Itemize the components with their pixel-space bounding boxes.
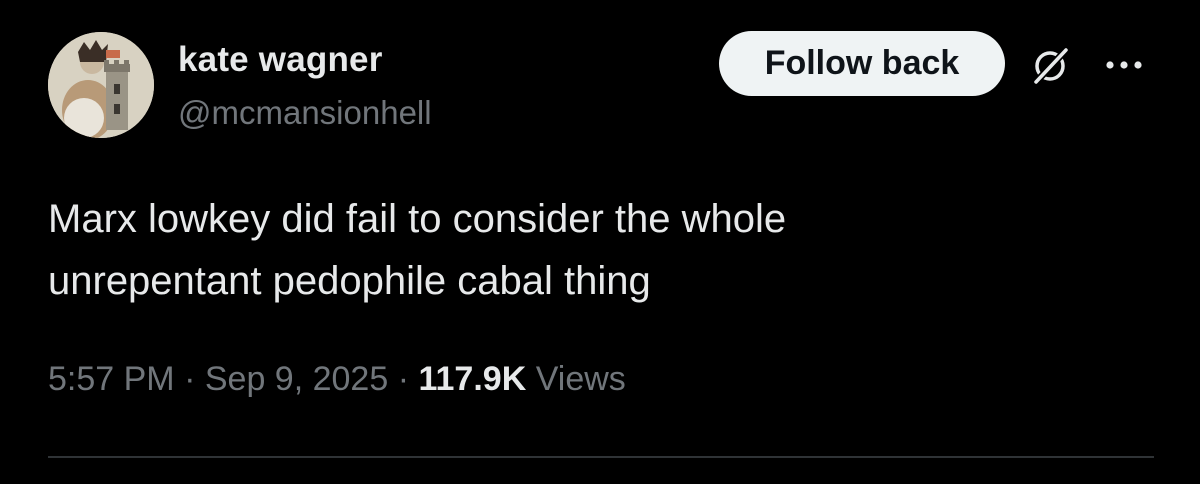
tweet-meta: 5:57 PM · Sep 9, 2025 · 117.9K Views [48, 360, 626, 399]
avatar[interactable] [48, 32, 154, 138]
meta-separator: · [397, 360, 410, 398]
tweet-time[interactable]: 5:57 PM [48, 360, 175, 398]
author-display-name[interactable]: kate wagner [178, 40, 383, 80]
tweet-card: kate wagner @mcmansionhell Follow back M… [0, 0, 1200, 484]
tweet-text: Marx lowkey did fail to consider the who… [48, 188, 1048, 312]
author-handle[interactable]: @mcmansionhell [178, 94, 432, 132]
tweet-text-line: unrepentant pedophile cabal thing [48, 259, 651, 303]
more-options-icon[interactable] [1104, 55, 1144, 75]
divider [48, 456, 1154, 458]
meta-separator: · [184, 360, 196, 398]
views-label: Views [535, 360, 626, 398]
castle-figurine-avatar-icon [48, 32, 154, 138]
follow-back-button[interactable]: Follow back [719, 31, 1005, 96]
views-count[interactable]: 117.9K [418, 360, 526, 398]
tweet-text-line: Marx lowkey did fail to consider the who… [48, 197, 787, 241]
tweet-date[interactable]: Sep 9, 2025 [205, 360, 388, 398]
grok-icon[interactable] [1028, 44, 1072, 88]
